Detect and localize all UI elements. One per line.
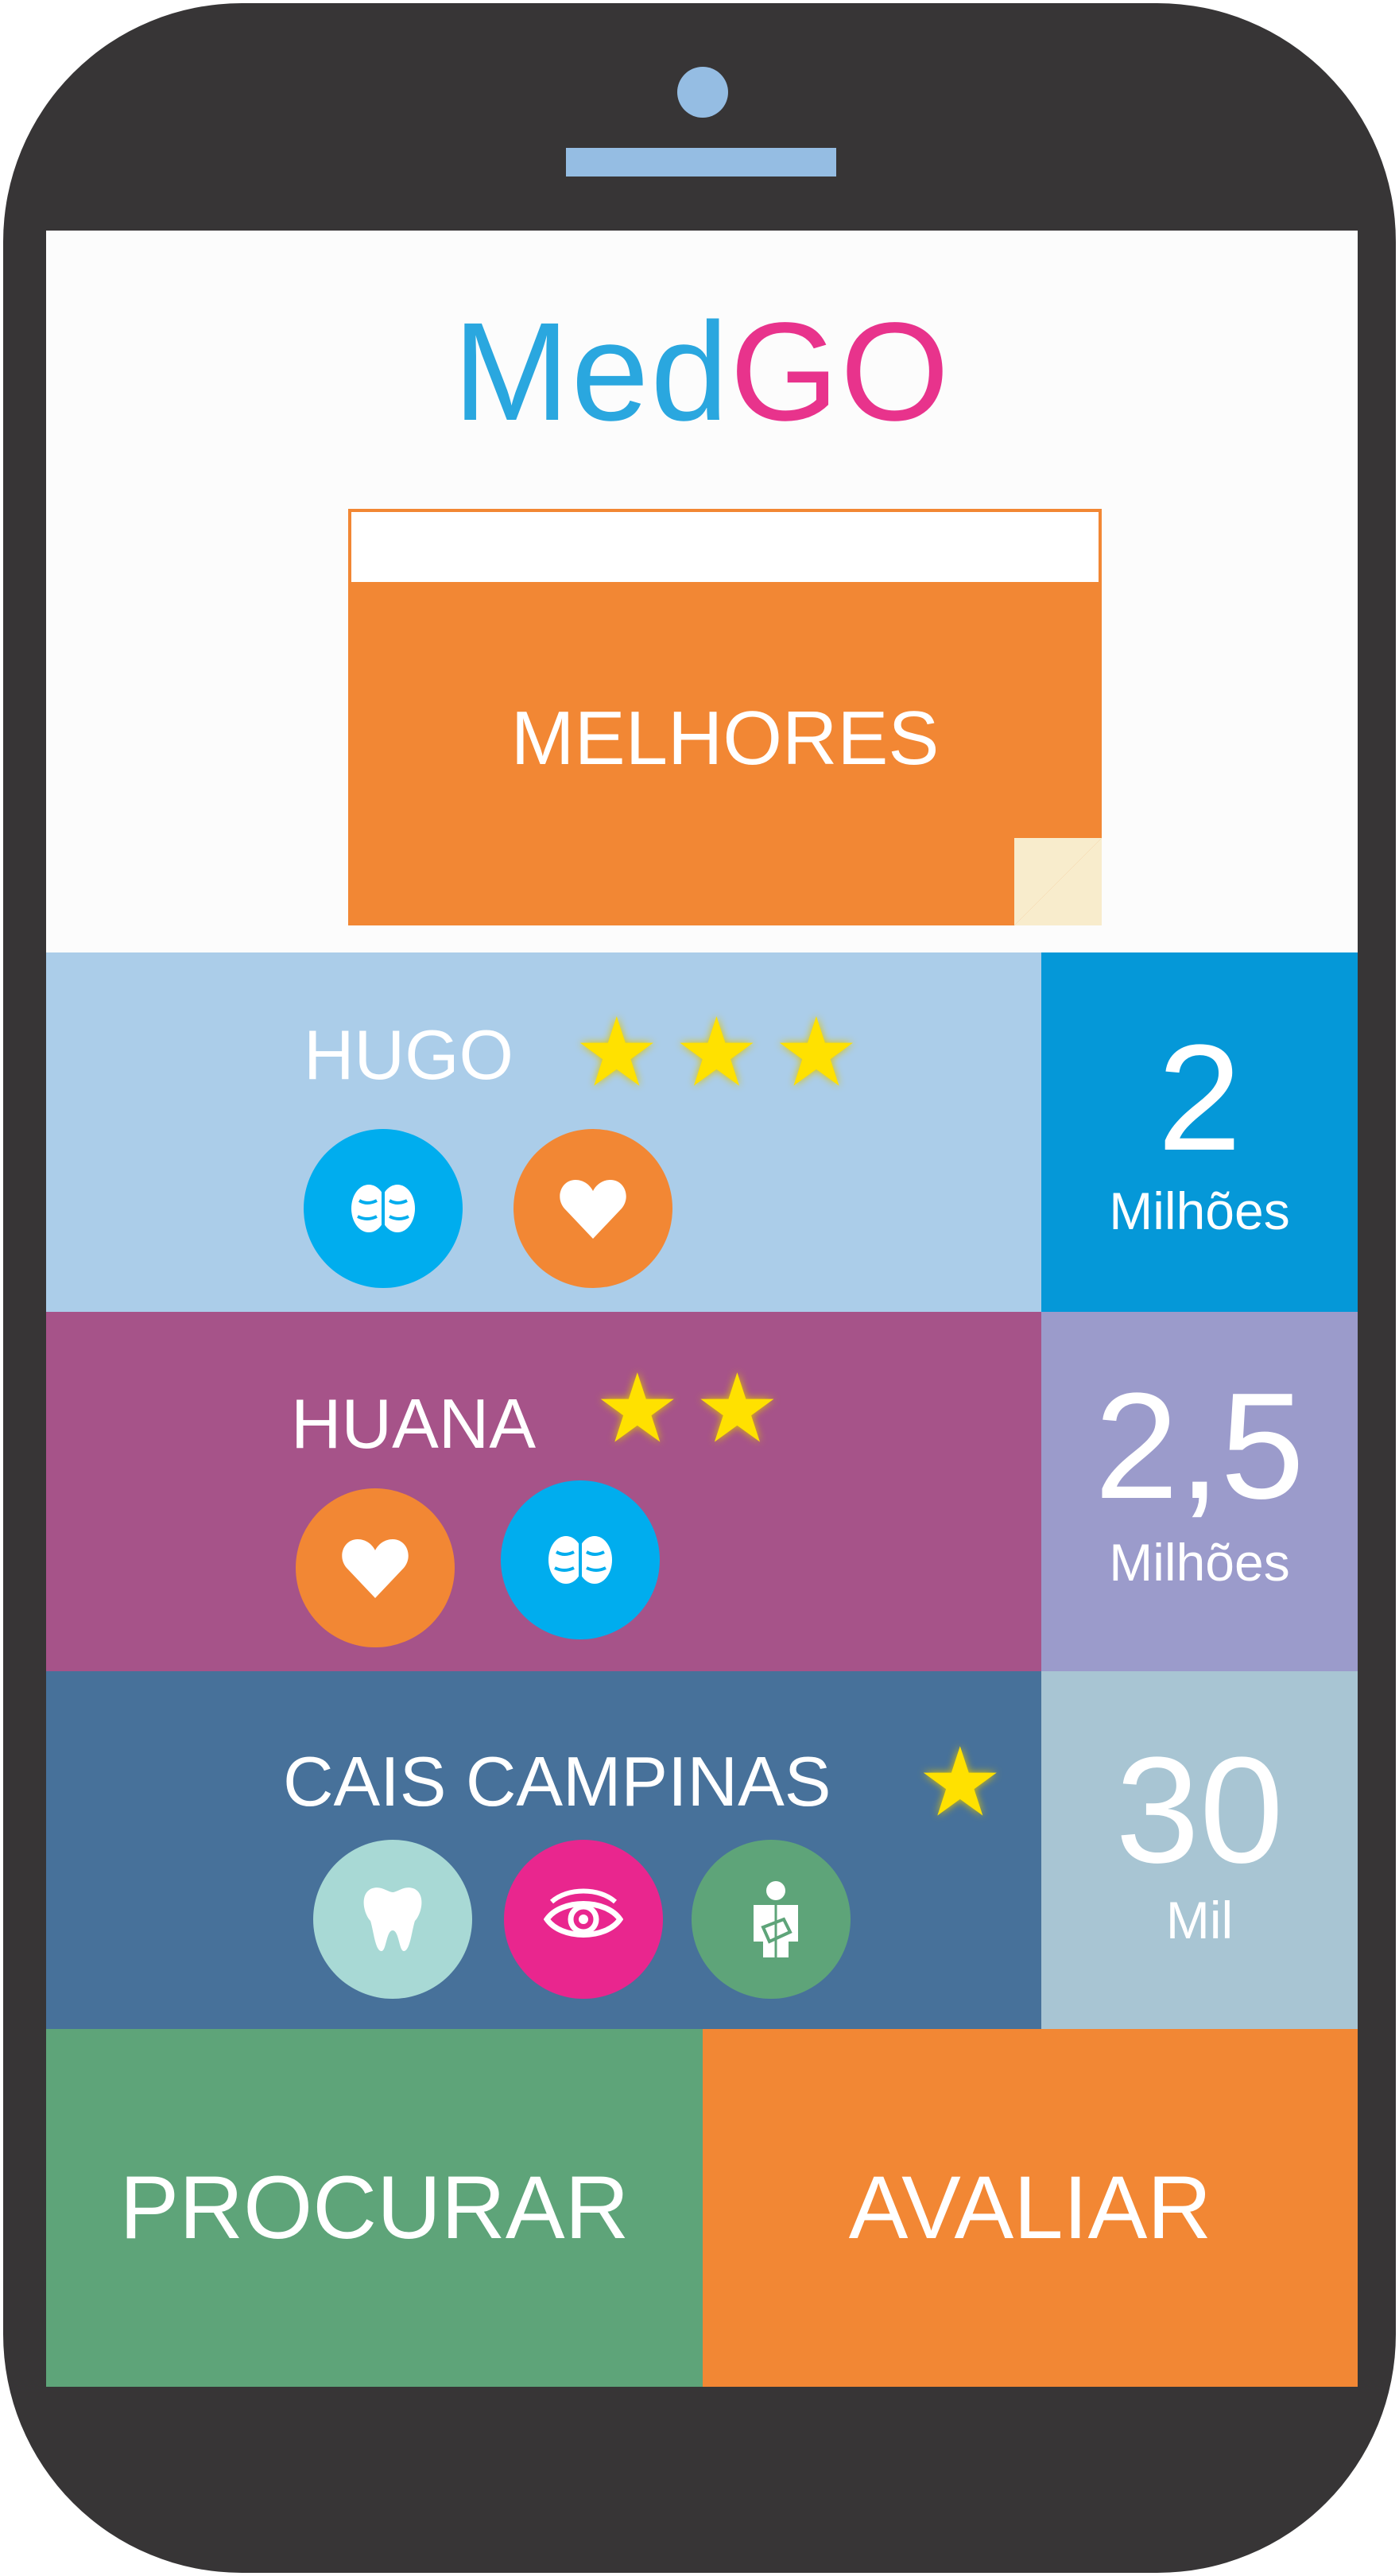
ranking-row-main: HUANA ★★ <box>46 1312 1041 1671</box>
rating-stars: ★★★ <box>574 999 874 1106</box>
count-value: 30 <box>1115 1726 1284 1895</box>
heart-icon[interactable] <box>296 1488 455 1647</box>
logo-go: GO <box>730 294 951 450</box>
avaliar-button[interactable]: AVALIAR <box>703 2029 1358 2387</box>
ranking-row-main: CAIS CAMPINAS ★ <box>46 1671 1041 2031</box>
melhores-banner[interactable]: MELHORES <box>348 509 1102 925</box>
patients-count: 30 Mil <box>1041 1671 1358 2031</box>
banner-top-strip <box>351 512 1099 582</box>
heart-icon[interactable] <box>513 1129 672 1288</box>
injured-person-icon[interactable] <box>692 1840 851 1999</box>
eye-icon[interactable] <box>504 1840 663 1999</box>
tooth-icon[interactable] <box>313 1840 472 1999</box>
clinic-name: HUANA <box>291 1384 537 1463</box>
phone-frame: MedGO MELHORES HUGO ★★★ 2 Milhões HUANA … <box>3 3 1396 2573</box>
speaker-bar <box>566 148 836 177</box>
count-value: 2 <box>1157 1014 1242 1182</box>
procurar-button[interactable]: PROCURAR <box>46 2029 703 2387</box>
ranking-row-cais-campinas[interactable]: CAIS CAMPINAS ★ 30 Mil <box>46 1671 1358 2031</box>
camera-dot <box>677 67 728 118</box>
rating-stars: ★ <box>917 1729 1017 1836</box>
ranking-row-hugo[interactable]: HUGO ★★★ 2 Milhões <box>46 952 1358 1312</box>
page-fold-corner <box>1014 838 1102 925</box>
brain-icon[interactable] <box>304 1129 463 1288</box>
logo-med: Med <box>452 294 731 450</box>
clinic-name: CAIS CAMPINAS <box>283 1742 831 1821</box>
patients-count: 2,5 Milhões <box>1041 1312 1358 1671</box>
patients-count: 2 Milhões <box>1041 952 1358 1312</box>
app-logo: MedGO <box>46 302 1358 442</box>
ranking-row-main: HUGO ★★★ <box>46 952 1041 1312</box>
banner-label: MELHORES <box>510 696 940 781</box>
clinic-name: HUGO <box>304 1015 513 1094</box>
rating-stars: ★★ <box>595 1356 795 1462</box>
count-unit: Milhões <box>1109 1181 1290 1240</box>
brain-icon[interactable] <box>501 1480 660 1639</box>
count-value: 2,5 <box>1094 1362 1305 1530</box>
app-screen: MedGO MELHORES HUGO ★★★ 2 Milhões HUANA … <box>46 231 1358 2387</box>
count-unit: Mil <box>1165 1891 1234 1949</box>
ranking-row-huana[interactable]: HUANA ★★ 2,5 Milhões <box>46 1312 1358 1671</box>
count-unit: Milhões <box>1109 1533 1290 1592</box>
